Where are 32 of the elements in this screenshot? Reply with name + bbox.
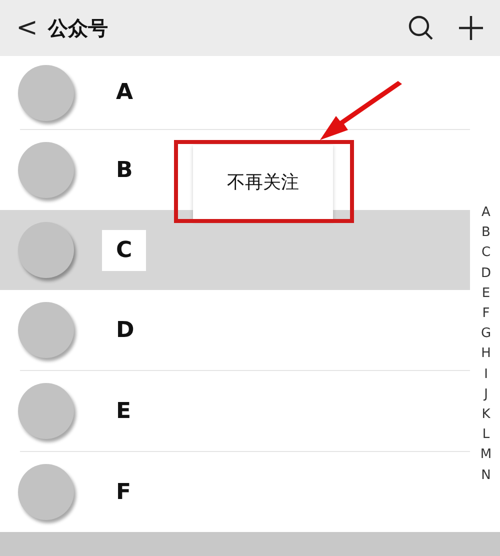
avatar	[18, 222, 74, 278]
highlighted-row[interactable]: C	[0, 210, 470, 290]
search-icon[interactable]	[408, 15, 434, 41]
index-letter[interactable]: E	[476, 284, 496, 304]
index-letter[interactable]: G	[476, 324, 496, 344]
account-name: D	[115, 316, 136, 344]
account-name: F	[115, 478, 132, 506]
add-icon[interactable]	[458, 15, 484, 41]
index-letter[interactable]: N	[476, 466, 496, 486]
index-letter[interactable]: K	[476, 405, 496, 426]
index-letter[interactable]: I	[476, 364, 496, 385]
page-title: 公众号	[48, 15, 108, 42]
avatar	[18, 142, 74, 198]
avatar	[18, 383, 74, 439]
account-name: C	[102, 230, 146, 270]
avatar	[18, 464, 74, 520]
index-letter[interactable]: L	[476, 425, 496, 446]
account-name: B	[115, 156, 134, 184]
index-letter[interactable]: J	[476, 384, 496, 406]
index-letter[interactable]: H	[476, 344, 496, 365]
avatar	[18, 64, 74, 120]
unfollow-menu-item[interactable]: 不再关注	[227, 169, 299, 196]
index-letter[interactable]: M	[476, 445, 496, 466]
account-name: A	[115, 79, 134, 107]
avatar	[18, 302, 74, 358]
index-letter[interactable]: A	[476, 203, 496, 224]
account-name: E	[115, 398, 132, 426]
index-letter[interactable]: D	[476, 264, 496, 284]
index-letter[interactable]: B	[476, 223, 496, 244]
index-letter[interactable]: C	[476, 243, 496, 264]
back-button[interactable]: <	[0, 8, 40, 48]
index-letter[interactable]: F	[476, 304, 496, 324]
